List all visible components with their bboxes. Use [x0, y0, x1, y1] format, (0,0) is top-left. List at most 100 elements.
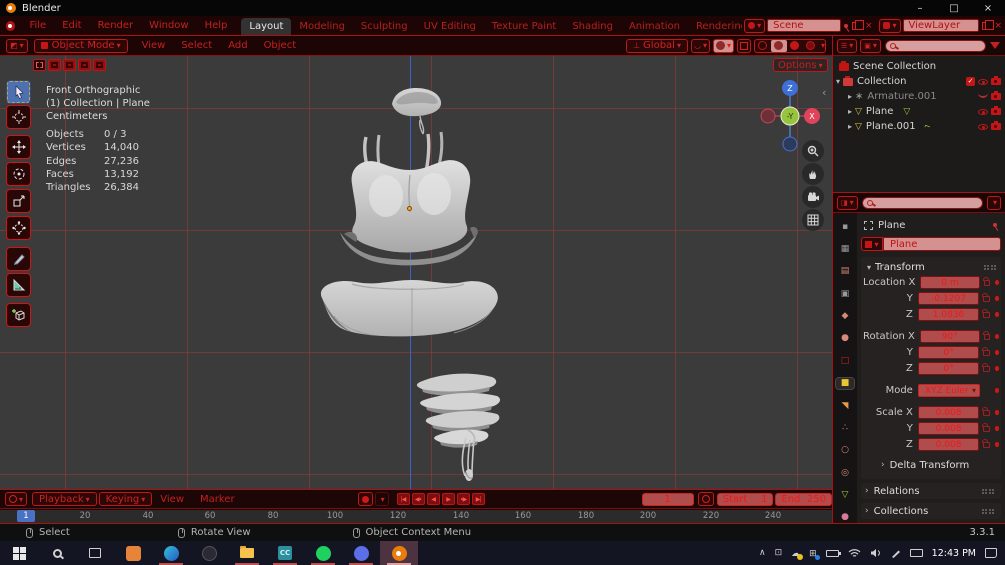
tab-object-data[interactable]: ▽ [836, 489, 854, 500]
tray-onedrive-icon[interactable]: ☁ [791, 548, 804, 560]
properties-search-input[interactable] [861, 196, 983, 209]
tab-sculpting[interactable]: Sculpting [353, 18, 416, 35]
menu-render[interactable]: Render [98, 20, 134, 31]
menu-marker[interactable]: Marker [200, 494, 235, 505]
taskbar-edge-icon[interactable] [152, 541, 190, 565]
animate-dot-icon[interactable] [994, 296, 1000, 301]
pan-view-button[interactable] [802, 163, 824, 185]
scale-y-field[interactable]: 0.008 [917, 422, 980, 435]
rotation-z-field[interactable]: 0° [917, 362, 980, 375]
close-button[interactable]: × [971, 3, 1005, 14]
tab-tool[interactable]: ▪ [836, 221, 854, 232]
tab-physics[interactable]: ○ [836, 445, 854, 456]
blender-menu-icon[interactable] [6, 20, 16, 31]
eye-icon[interactable] [978, 108, 988, 115]
lock-icon[interactable] [982, 292, 990, 302]
taskbar-cc-icon[interactable]: CC [266, 541, 304, 565]
task-view-button[interactable] [76, 541, 114, 565]
object-type-dropdown[interactable] [861, 237, 883, 251]
end-frame-field[interactable]: End 250 [775, 492, 832, 506]
outliner-row-armature[interactable]: ▸ ∗ Armature.001 [833, 89, 1005, 104]
touch-keyboard-icon[interactable] [909, 549, 923, 557]
taskbar-spotify-icon[interactable] [304, 541, 342, 565]
filter-funnel-icon[interactable] [990, 42, 1000, 49]
playhead[interactable]: 1 [17, 510, 35, 522]
volume-icon[interactable] [870, 548, 882, 558]
tray-tablet-icon[interactable]: ⊡ [775, 548, 783, 558]
timeline-editor-type[interactable] [5, 492, 28, 506]
scale-z-field[interactable]: 0.008 [917, 438, 980, 451]
outliner-row-plane[interactable]: ▸ ▽ Plane ▽ [833, 104, 1005, 119]
taskbar-steam-icon[interactable] [190, 541, 228, 565]
animate-dot-icon[interactable] [994, 312, 1000, 317]
camera-view-button[interactable] [802, 186, 824, 208]
object-name-field[interactable]: Plane [883, 237, 1001, 251]
new-scene-icon[interactable] [852, 19, 864, 30]
tab-collection[interactable]: □ [836, 355, 854, 366]
outliner-row-collection[interactable]: ▾ Collection ✓ [833, 74, 1005, 89]
properties-options-dropdown[interactable] [986, 195, 1001, 210]
playback-dropdown[interactable]: Playback [32, 492, 97, 506]
lock-icon[interactable] [982, 406, 990, 416]
use-preview-range-button[interactable] [697, 492, 714, 506]
camera-icon[interactable] [991, 121, 1001, 130]
menu-help[interactable]: Help [205, 20, 228, 31]
tray-nearby-icon[interactable]: ⊞ [809, 548, 820, 560]
animate-dot-icon[interactable] [994, 366, 1000, 371]
lock-icon[interactable] [982, 308, 990, 318]
tab-world[interactable]: ● [836, 333, 854, 344]
tab-constraints[interactable]: ◎ [836, 467, 854, 478]
tab-modifiers[interactable]: ◥ [836, 400, 854, 411]
delete-viewlayer-icon[interactable]: × [994, 21, 1002, 31]
outliner-row-plane-001[interactable]: ▸ ▽ Plane.001 ⌐ [833, 119, 1005, 134]
camera-icon[interactable] [991, 106, 1001, 115]
location-z-field[interactable]: 1.0836 [917, 308, 980, 321]
outliner-filter-dropdown[interactable]: ▣ [860, 38, 881, 53]
section-delta-transform[interactable]: › Delta Transform [863, 457, 999, 473]
rotation-x-field[interactable]: 90° [919, 330, 980, 343]
lock-icon[interactable] [982, 276, 990, 286]
section-relations[interactable]: › Relations [861, 483, 1001, 499]
animate-dot-icon[interactable] [994, 388, 999, 393]
pin-icon[interactable] [993, 223, 997, 227]
tab-object[interactable]: ■ [835, 376, 855, 390]
outliner-search-input[interactable] [884, 39, 986, 52]
minimize-button[interactable]: – [903, 3, 937, 14]
rotation-mode-dropdown[interactable]: XYZ Euler [917, 384, 981, 397]
zoom-view-button[interactable] [802, 140, 824, 162]
menu-view-timeline[interactable]: View [160, 494, 184, 505]
tab-view-layer[interactable]: ▣ [836, 288, 854, 299]
viewport-3d[interactable]: ◩ Object Mode View Select Add Object ⊥Gl… [0, 36, 832, 489]
properties-editor-type[interactable]: ◨ [837, 195, 858, 210]
expand-icon[interactable]: ▸ [845, 92, 855, 101]
jump-to-end-button[interactable]: ▶| [471, 493, 485, 505]
sidebar-collapse-icon[interactable]: ‹ [822, 86, 826, 99]
scale-x-field[interactable]: 0.008 [917, 406, 980, 419]
tab-layout[interactable]: Layout [241, 18, 292, 35]
checkbox-icon[interactable]: ✓ [966, 77, 975, 86]
scene-browse-button[interactable] [744, 18, 766, 33]
tab-uv-editing[interactable]: UV Editing [416, 18, 484, 35]
scene-name-field[interactable]: Scene [767, 19, 842, 32]
jump-to-start-button[interactable]: |◀ [396, 493, 410, 505]
animate-dot-icon[interactable] [994, 280, 999, 285]
tab-rendering[interactable]: Rendering [688, 18, 742, 35]
lock-icon[interactable] [982, 362, 990, 372]
taskbar-discord-icon[interactable] [342, 541, 380, 565]
menu-file[interactable]: File [29, 20, 46, 31]
outliner-display-mode[interactable]: ☰ [837, 38, 858, 53]
taskbar-blender-icon[interactable] [380, 541, 418, 565]
expand-icon[interactable]: ▸ [845, 107, 855, 116]
clock[interactable]: 12:43 PM [932, 548, 976, 559]
start-button[interactable] [0, 541, 38, 565]
viewlayer-name-field[interactable]: ViewLayer [902, 19, 979, 32]
tab-texture-paint[interactable]: Texture Paint [484, 18, 565, 35]
viewlayer-browse-button[interactable] [879, 18, 901, 33]
rotation-y-field[interactable]: 0° [917, 346, 980, 359]
outliner-row-scene-collection[interactable]: Scene Collection [833, 59, 1005, 74]
animate-dot-icon[interactable] [994, 442, 1000, 447]
eye-icon[interactable] [978, 123, 988, 130]
location-y-field[interactable]: -0.1207 [917, 292, 980, 305]
current-frame-field[interactable]: 1 [641, 492, 694, 506]
menu-edit[interactable]: Edit [62, 20, 81, 31]
